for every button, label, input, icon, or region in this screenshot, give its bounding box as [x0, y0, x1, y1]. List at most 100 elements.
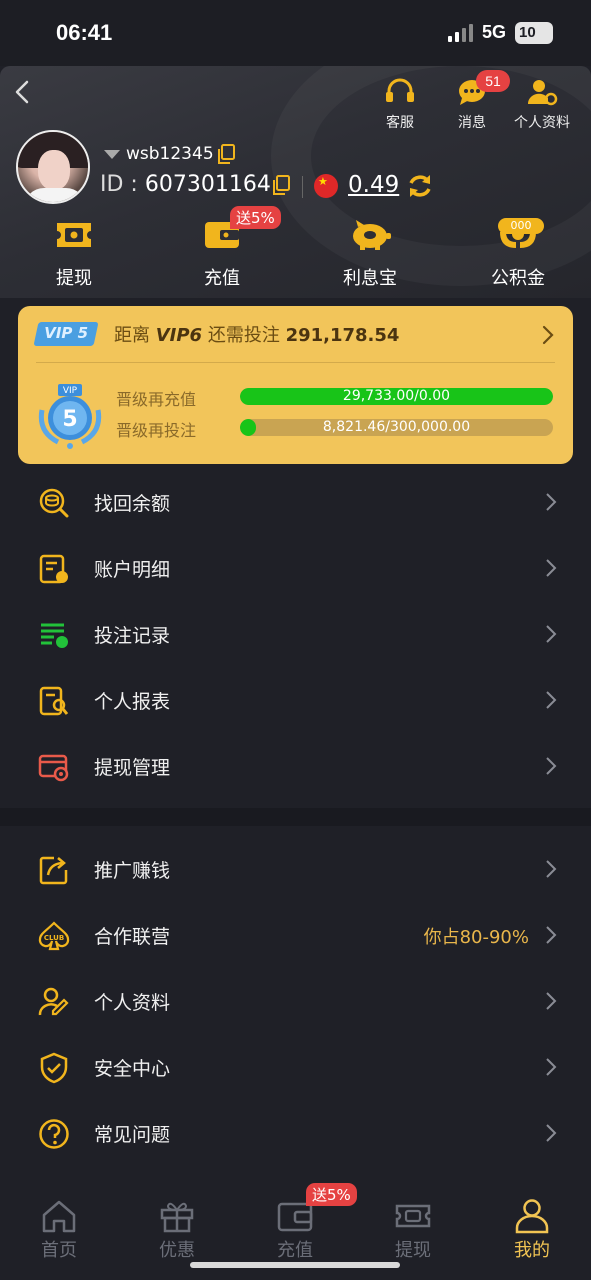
deposit-progress-bar: 29,733.00/0.00 [240, 388, 553, 405]
username-text: wsb12345 [126, 144, 214, 164]
menu-item-personal-info[interactable]: 个人资料 [0, 968, 591, 1034]
chevron-right-icon [546, 992, 557, 1010]
interest-treasure-button[interactable]: 利息宝 [320, 218, 420, 290]
svg-text:CLUB: CLUB [44, 934, 64, 942]
vip-level-tag: VIP 5 [33, 322, 99, 346]
china-flag-icon [314, 174, 338, 198]
bet-progress-label: 晋级再投注 [116, 421, 197, 440]
copy-id-icon[interactable] [272, 175, 290, 195]
vip-next-level: VIP6 [155, 325, 203, 346]
messages-badge: 51 [476, 70, 510, 92]
vip-medal-icon: VIP 5 [38, 384, 102, 449]
svg-text:VIP: VIP [63, 386, 78, 396]
menu-primary: 找回余额 账户明细 投注记录 个人报表 提现管理 [0, 469, 591, 799]
menu-secondary: 推广赚钱 CLUB 合作联营 你占80-90% 个人资料 安全中心 常见问题 [0, 836, 591, 1166]
chevron-right-icon [546, 1058, 557, 1076]
menu-item-label: 提现管理 [94, 757, 171, 779]
network-type: 5G [482, 22, 507, 42]
interest-treasure-label: 利息宝 [343, 268, 397, 289]
report-search-icon [39, 686, 69, 716]
copy-username-icon[interactable] [217, 144, 235, 164]
gift-icon [160, 1202, 194, 1233]
home-indicator [190, 1262, 400, 1268]
vip-need-amount: 291,178.54 [285, 325, 400, 346]
deposit-progress-text: 29,733.00/0.00 [342, 388, 451, 404]
question-circle-icon [39, 1119, 69, 1149]
back-icon[interactable] [10, 78, 34, 106]
withdraw-label: 提现 [56, 268, 92, 289]
piggy-bank-icon [353, 220, 391, 250]
menu-item-account-detail[interactable]: 账户明细 [0, 535, 591, 601]
chevron-right-icon [546, 926, 557, 944]
signal-icon [448, 24, 473, 42]
deposit-label: 充值 [204, 268, 240, 289]
messages-label: 消息 [458, 115, 486, 131]
balance-amount[interactable]: 0.49 [348, 172, 399, 198]
user-gear-icon [527, 80, 558, 106]
account-detail-icon [39, 554, 68, 584]
user-id-label: ID [100, 172, 124, 197]
customer-service-label: 客服 [386, 115, 414, 131]
menu-item-label: 个人资料 [94, 992, 171, 1014]
tab-deposit-badge: 送5% [306, 1183, 357, 1206]
tab-deposit[interactable]: 充值 [255, 1198, 335, 1262]
withdraw-card-icon [38, 754, 69, 782]
status-time: 06:41 [56, 20, 113, 45]
tab-promotions[interactable]: 优惠 [137, 1198, 217, 1262]
menu-item-partnership[interactable]: CLUB 合作联营 你占80-90% [0, 902, 591, 968]
svg-text:5: 5 [62, 407, 77, 432]
section-divider [0, 808, 591, 826]
chevron-right-icon [546, 625, 557, 643]
tab-label: 优惠 [159, 1240, 195, 1261]
tab-label: 首页 [41, 1240, 77, 1261]
tab-label: 提现 [395, 1240, 431, 1261]
menu-item-withdraw-manage[interactable]: 提现管理 [0, 733, 591, 799]
menu-item-personal-report[interactable]: 个人报表 [0, 667, 591, 733]
menu-item-promote[interactable]: 推广赚钱 [0, 836, 591, 902]
withdraw-ticket-icon [395, 1204, 431, 1228]
menu-item-bet-record[interactable]: 投注记录 [0, 601, 591, 667]
bet-progress-text: 8,821.46/300,000.00 [322, 419, 471, 435]
share-icon [39, 856, 68, 885]
profile-settings-button[interactable]: 个人资料 [512, 78, 572, 132]
menu-item-label: 合作联营 [94, 926, 171, 948]
customer-service-button[interactable]: 客服 [380, 78, 420, 132]
menu-item-recover-balance[interactable]: 找回余额 [0, 469, 591, 535]
tab-label: 充值 [277, 1240, 313, 1261]
tab-withdraw[interactable]: 提现 [373, 1198, 453, 1262]
tab-label: 我的 [514, 1240, 550, 1261]
provident-fund-badge: 000 [498, 218, 544, 234]
menu-item-label: 账户明细 [94, 559, 171, 581]
club-spade-icon: CLUB [38, 921, 70, 951]
tab-home[interactable]: 首页 [19, 1198, 99, 1262]
menu-item-security-center[interactable]: 安全中心 [0, 1034, 591, 1100]
menu-item-label: 投注记录 [94, 625, 171, 647]
user-icon [515, 1199, 549, 1234]
chevron-right-icon [546, 559, 557, 577]
chevron-right-icon [546, 493, 557, 511]
battery-icon: 10 [515, 22, 553, 44]
home-icon [42, 1200, 76, 1233]
tab-mine[interactable]: 我的 [492, 1198, 572, 1262]
user-edit-icon [38, 987, 69, 1016]
coin-search-icon [39, 488, 69, 518]
user-id-row: ID : 607301164 [100, 172, 271, 197]
headset-icon [386, 78, 414, 102]
menu-item-label: 个人报表 [94, 691, 171, 713]
refresh-icon[interactable] [406, 172, 434, 200]
user-id-value: 607301164 [144, 172, 271, 197]
battery-level: 10 [519, 24, 536, 41]
username-row[interactable]: wsb12345 [104, 144, 214, 164]
chevron-right-icon [546, 860, 557, 878]
vip-card[interactable]: VIP 5 距离 VIP6 还需投注 291,178.54 VIP 5 晋级再充… [18, 306, 573, 464]
provident-fund-label: 公积金 [491, 268, 545, 289]
menu-item-faq[interactable]: 常见问题 [0, 1100, 591, 1166]
deposit-progress-label: 晋级再充值 [116, 390, 197, 409]
withdraw-button[interactable]: 提现 [24, 218, 124, 290]
menu-item-label: 找回余额 [94, 493, 171, 515]
vip-next-level-text: 距离 VIP6 还需投注 291,178.54 [114, 325, 400, 346]
chevron-right-icon [542, 325, 554, 345]
dropdown-triangle-icon [104, 149, 120, 159]
partnership-share-text: 你占80-90% [423, 927, 529, 948]
avatar[interactable] [16, 130, 90, 204]
